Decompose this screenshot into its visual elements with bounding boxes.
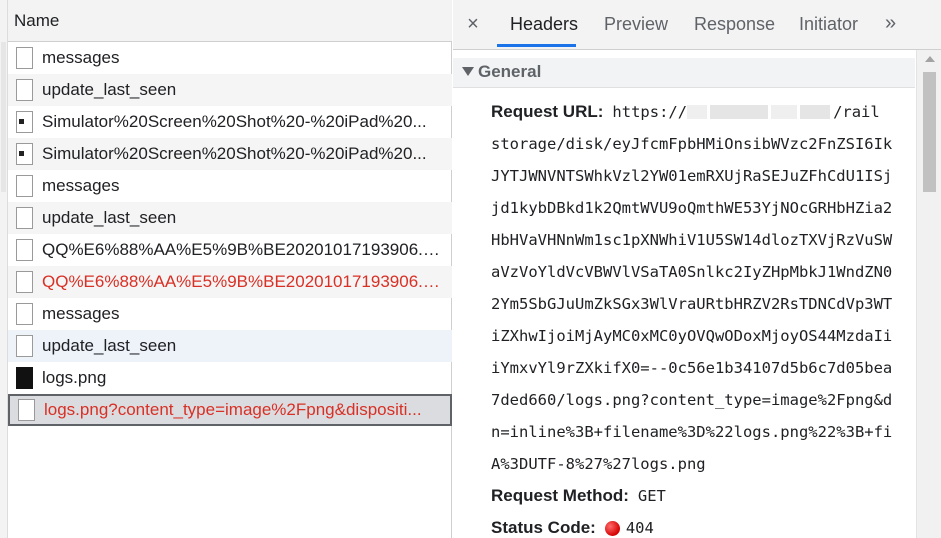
image-file-icon	[16, 111, 33, 133]
detail-scrollbar[interactable]	[916, 50, 941, 538]
request-url-line: aVzVoYldVcVBWVlVSaTA0Snlkc2IyZHpMbkJ1Wnd…	[491, 256, 915, 288]
request-url-line: storage/disk/eyJfcmFpbHMiOnsibWVzc2FnZSI…	[491, 128, 915, 160]
document-icon	[16, 271, 33, 293]
url-text: aVzVoYldVcVBWVlVSaTA0Snlkc2IyZHpMbkJ1Wnd…	[491, 263, 893, 281]
status-error-dot-icon	[604, 520, 620, 536]
name-column-header[interactable]: Name	[8, 0, 452, 42]
request-method-label: Request Method:	[491, 486, 629, 505]
request-row-selected[interactable]: logs.png?content_type=image%2Fpng&dispos…	[8, 394, 452, 426]
request-url-line: n=inline%3B+filename%3D%22logs.png%22%3B…	[491, 416, 915, 448]
request-url-line: iYmxvYl9rZXkifX0=--0c56e1b34107d5b6c7d05…	[491, 352, 915, 384]
request-row[interactable]: messages	[8, 298, 452, 330]
redacted-block	[771, 105, 798, 119]
url-text: A%3DUTF-8%27%27logs.png	[491, 455, 706, 473]
request-name: Simulator%20Screen%20Shot%20-%20iPad%20.…	[42, 144, 427, 163]
redacted-block	[800, 105, 831, 119]
list-left-gutter	[0, 0, 8, 538]
request-url-line: A%3DUTF-8%27%27logs.png	[491, 448, 915, 480]
url-text: 2Ym5SbGJuUmZkSGx3WlVraURtbHRZV2RsTDNCdVp…	[491, 295, 893, 313]
request-name: messages	[42, 304, 120, 323]
request-url-row: Request URL: https:// /rail	[491, 96, 915, 128]
request-row[interactable]: Simulator%20Screen%20Shot%20-%20iPad%20.…	[8, 138, 452, 170]
request-name: update_last_seen	[42, 208, 177, 227]
document-icon	[16, 303, 33, 325]
request-url-tail: /rail	[833, 103, 880, 121]
request-name: messages	[42, 176, 120, 195]
document-icon	[16, 335, 33, 357]
url-text: n=inline%3B+filename%3D%22logs.png%22%3B…	[491, 423, 893, 441]
request-name: QQ%E6%88%AA%E5%9B%BE20201017193906.p...	[42, 272, 442, 291]
image-file-icon	[16, 143, 33, 165]
url-text: jd1kybDBkd1k2QmtWVU9oQmthWE53YjNOcGRHbHZ…	[491, 199, 893, 217]
document-icon	[16, 207, 33, 229]
request-name: logs.png	[42, 368, 107, 387]
scrollbar-thumb[interactable]	[923, 72, 936, 192]
document-icon	[16, 79, 33, 101]
section-title: General	[478, 62, 542, 81]
request-name: update_last_seen	[42, 80, 177, 99]
request-name: update_last_seen	[42, 336, 177, 355]
active-tab-indicator	[497, 44, 576, 47]
chevron-double-right-icon[interactable]: »	[885, 12, 896, 35]
request-url-line: 7ded660/logs.png?content_type=image%2Fpn…	[491, 384, 915, 416]
url-text: HbHVaVHNnWm1sc1pXNWhiV1U5SW14dlozTXVjRzV…	[491, 231, 893, 249]
tab-initiator[interactable]: Initiator	[799, 14, 858, 35]
url-text: 7ded660/logs.png?content_type=image%2Fpn…	[491, 391, 893, 409]
status-code-row: Status Code: 404	[491, 512, 915, 538]
request-url-line: jd1kybDBkd1k2QmtWVU9oQmthWE53YjNOcGRHbHZ…	[491, 192, 915, 224]
url-text: JYTJWNVNTSWhkVzl2YW01emRXUjRaSEJuZFhCdU1…	[491, 167, 893, 185]
request-method-row: Request Method: GET	[491, 480, 915, 512]
request-detail-pane: × Headers Preview Response Initiator » G…	[453, 0, 941, 538]
url-text: storage/disk/eyJfcmFpbHMiOnsibWVzc2FnZSI…	[491, 135, 893, 153]
request-url-line: JYTJWNVNTSWhkVzl2YW01emRXUjRaSEJuZFhCdU1…	[491, 160, 915, 192]
request-name: QQ%E6%88%AA%E5%9B%BE20201017193906.p...	[42, 240, 442, 259]
request-list-pane: Name messages update_last_seen Simulator…	[0, 0, 452, 538]
request-rows: messages update_last_seen Simulator%20Sc…	[8, 42, 452, 426]
document-icon	[16, 47, 33, 69]
redacted-block	[687, 105, 708, 119]
detail-tabbar: × Headers Preview Response Initiator »	[453, 0, 941, 50]
tab-headers[interactable]: Headers	[510, 14, 578, 35]
request-name: logs.png?content_type=image%2Fpng&dispos…	[44, 400, 422, 419]
document-icon	[16, 239, 33, 261]
general-section-header[interactable]: General	[453, 58, 915, 88]
request-row[interactable]: update_last_seen	[8, 74, 452, 106]
request-row[interactable]: update_last_seen	[8, 330, 452, 362]
url-text: iZXhwIjoiMjAyMC0xMC0yOVQwODoxMjoyOS44Mzd…	[491, 327, 893, 345]
request-url-label: Request URL:	[491, 102, 604, 121]
tab-preview[interactable]: Preview	[604, 14, 668, 35]
scroll-up-arrow-icon[interactable]	[925, 56, 935, 62]
status-code-value: 404	[625, 519, 654, 537]
request-row[interactable]: QQ%E6%88%AA%E5%9B%BE20201017193906.p...	[8, 234, 452, 266]
request-row[interactable]: messages	[8, 42, 452, 74]
document-icon	[16, 175, 33, 197]
request-row[interactable]: update_last_seen	[8, 202, 452, 234]
request-row-error[interactable]: QQ%E6%88%AA%E5%9B%BE20201017193906.p...	[8, 266, 452, 298]
request-url-start: https://	[612, 103, 688, 121]
redacted-block	[710, 105, 769, 119]
request-method-value: GET	[637, 487, 666, 505]
image-thumbnail-icon	[16, 367, 33, 389]
request-url-line: HbHVaVHNnWm1sc1pXNWhiV1U5SW14dlozTXVjRzV…	[491, 224, 915, 256]
request-url-line: iZXhwIjoiMjAyMC0xMC0yOVQwODoxMjoyOS44Mzd…	[491, 320, 915, 352]
gutter-thumb[interactable]	[1, 42, 6, 192]
tab-response[interactable]: Response	[694, 14, 775, 35]
general-section-content: Request URL: https:// /rail storage/disk…	[491, 96, 915, 538]
close-icon[interactable]: ×	[463, 12, 483, 36]
request-row[interactable]: messages	[8, 170, 452, 202]
request-name: messages	[42, 48, 120, 67]
url-text: iYmxvYl9rZXkifX0=--0c56e1b34107d5b6c7d05…	[491, 359, 893, 377]
triangle-down-icon	[462, 67, 474, 76]
request-url-line: 2Ym5SbGJuUmZkSGx3WlVraURtbHRZV2RsTDNCdVp…	[491, 288, 915, 320]
request-row[interactable]: Simulator%20Screen%20Shot%20-%20iPad%20.…	[8, 106, 452, 138]
request-name: Simulator%20Screen%20Shot%20-%20iPad%20.…	[42, 112, 427, 131]
document-icon	[18, 399, 35, 421]
request-row[interactable]: logs.png	[8, 362, 452, 394]
status-code-label: Status Code:	[491, 518, 596, 537]
